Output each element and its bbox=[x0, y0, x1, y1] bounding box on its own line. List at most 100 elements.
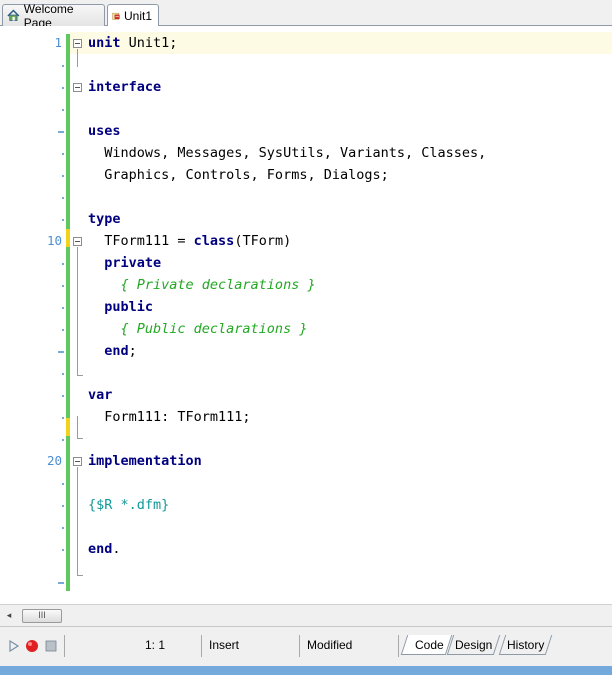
code-keyword: end bbox=[88, 343, 129, 359]
status-separator bbox=[64, 635, 65, 657]
cursor-position: 1: 1 bbox=[145, 638, 166, 652]
code-line[interactable]: end. bbox=[88, 538, 121, 560]
horizontal-scrollbar[interactable]: ◂ III bbox=[0, 604, 612, 626]
code-keyword: private bbox=[88, 255, 162, 271]
gutter-dot bbox=[62, 219, 64, 221]
code-comment: { Public declarations } bbox=[88, 321, 308, 337]
code-line[interactable]: end; bbox=[88, 340, 137, 362]
code-line[interactable]: var bbox=[88, 384, 112, 406]
fold-toggle-icon[interactable] bbox=[73, 83, 82, 92]
code-keyword: class bbox=[193, 233, 235, 249]
code-comment: { Private declarations } bbox=[88, 277, 316, 293]
gutter-dot bbox=[62, 65, 64, 67]
modified-lines-bar bbox=[66, 34, 70, 591]
gutter-dot bbox=[62, 175, 64, 177]
tab-welcome-page[interactable]: Welcome Page bbox=[2, 2, 105, 30]
tab-design[interactable]: Design bbox=[446, 635, 501, 655]
code-token: Form111: TForm111; bbox=[88, 409, 251, 425]
code-line[interactable]: private bbox=[88, 252, 161, 274]
code-directive: {$R *.dfm} bbox=[88, 497, 170, 513]
tab-history-label: History bbox=[507, 638, 545, 652]
line-number: 1 bbox=[54, 35, 62, 50]
gutter-dot bbox=[62, 307, 64, 309]
code-line[interactable]: uses bbox=[88, 120, 121, 142]
code-line[interactable]: interface bbox=[88, 76, 161, 98]
gutter-dot bbox=[62, 109, 64, 111]
code-keyword: var bbox=[88, 387, 113, 403]
code-line[interactable]: TForm111 = class(TForm) bbox=[88, 230, 291, 252]
gutter-dot bbox=[62, 153, 64, 155]
unsaved-change-marker bbox=[66, 418, 70, 436]
code-keyword: end bbox=[88, 541, 113, 557]
gutter-dash bbox=[58, 131, 64, 133]
unit-file-icon bbox=[112, 12, 120, 20]
status-separator bbox=[201, 635, 202, 657]
code-line[interactable]: public bbox=[88, 296, 153, 318]
gutter-dot bbox=[62, 549, 64, 551]
code-line[interactable]: Windows, Messages, SysUtils, Variants, C… bbox=[88, 142, 486, 164]
code-line[interactable]: implementation bbox=[88, 450, 202, 472]
gutter-dot bbox=[62, 505, 64, 507]
gutter-dot bbox=[62, 417, 64, 419]
gutter-dot bbox=[62, 373, 64, 375]
code-keyword: interface bbox=[88, 79, 162, 95]
scroll-left-arrow-icon[interactable]: ◂ bbox=[2, 608, 16, 623]
tab-history[interactable]: History bbox=[498, 635, 553, 655]
fold-toggle-icon[interactable] bbox=[73, 39, 82, 48]
code-token: Unit1; bbox=[128, 35, 178, 51]
modified-indicator: Modified bbox=[307, 638, 353, 652]
code-text-area[interactable]: unit Unit1; interface uses Windows, Messag… bbox=[88, 26, 612, 604]
gutter-dot bbox=[62, 439, 64, 441]
code-token: (TForm) bbox=[234, 233, 292, 249]
scroll-thumb[interactable]: III bbox=[22, 609, 62, 623]
status-separator bbox=[299, 635, 300, 657]
code-keyword: public bbox=[88, 299, 154, 315]
stop-icon[interactable] bbox=[45, 640, 57, 652]
gutter-dot bbox=[62, 87, 64, 89]
gutter-dash bbox=[58, 582, 64, 584]
code-line[interactable]: { Private declarations } bbox=[88, 274, 316, 296]
fold-guide bbox=[77, 416, 78, 438]
insert-mode: Insert bbox=[209, 638, 240, 652]
house-icon bbox=[7, 9, 20, 21]
fold-end bbox=[77, 438, 83, 439]
code-line[interactable]: Graphics, Controls, Forms, Dialogs; bbox=[88, 164, 389, 186]
play-icon[interactable] bbox=[9, 640, 19, 652]
gutter-dot bbox=[62, 263, 64, 265]
code-token: TForm111 = bbox=[88, 233, 194, 249]
fold-toggle-icon[interactable] bbox=[73, 237, 82, 246]
gutter-dot bbox=[62, 527, 64, 529]
code-editor[interactable]: 1 10 20 unit Unit1; interface uses Windo… bbox=[0, 26, 612, 604]
code-line[interactable]: unit Unit1; bbox=[88, 32, 177, 54]
tab-unit1[interactable]: Unit1 bbox=[107, 4, 159, 27]
tab-code[interactable]: Code bbox=[400, 635, 452, 655]
tab-design-label: Design bbox=[455, 638, 493, 652]
status-bar: 1: 1 Insert Modified Code Design History bbox=[0, 626, 612, 666]
code-line[interactable]: {$R *.dfm} bbox=[88, 494, 169, 516]
tab-label: Unit1 bbox=[123, 9, 152, 23]
gutter-dot bbox=[62, 197, 64, 199]
code-line[interactable]: Form111: TForm111; bbox=[88, 406, 251, 428]
code-line[interactable]: type bbox=[88, 208, 121, 230]
code-keyword: type bbox=[88, 211, 121, 227]
code-token: . bbox=[112, 541, 121, 557]
status-separator bbox=[398, 635, 399, 657]
code-keyword: unit bbox=[88, 35, 129, 51]
line-number-gutter: 1 10 20 bbox=[0, 26, 66, 604]
gutter-dash bbox=[58, 351, 64, 353]
line-number: 20 bbox=[46, 453, 62, 468]
fold-toggle-icon[interactable] bbox=[73, 457, 82, 466]
unsaved-change-marker bbox=[66, 229, 70, 247]
gutter-dot bbox=[62, 285, 64, 287]
gutter-dot bbox=[62, 395, 64, 397]
fold-end bbox=[77, 375, 83, 376]
fold-guide bbox=[77, 49, 78, 67]
record-icon[interactable] bbox=[25, 639, 39, 653]
gutter-dot bbox=[62, 329, 64, 331]
line-number: 10 bbox=[46, 233, 62, 248]
window-bottom-border bbox=[0, 666, 612, 675]
code-token: Graphics, Controls, Forms, Dialogs; bbox=[88, 167, 389, 183]
code-line[interactable]: { Public declarations } bbox=[88, 318, 308, 340]
fold-end bbox=[77, 575, 83, 576]
code-keyword: implementation bbox=[88, 453, 202, 469]
